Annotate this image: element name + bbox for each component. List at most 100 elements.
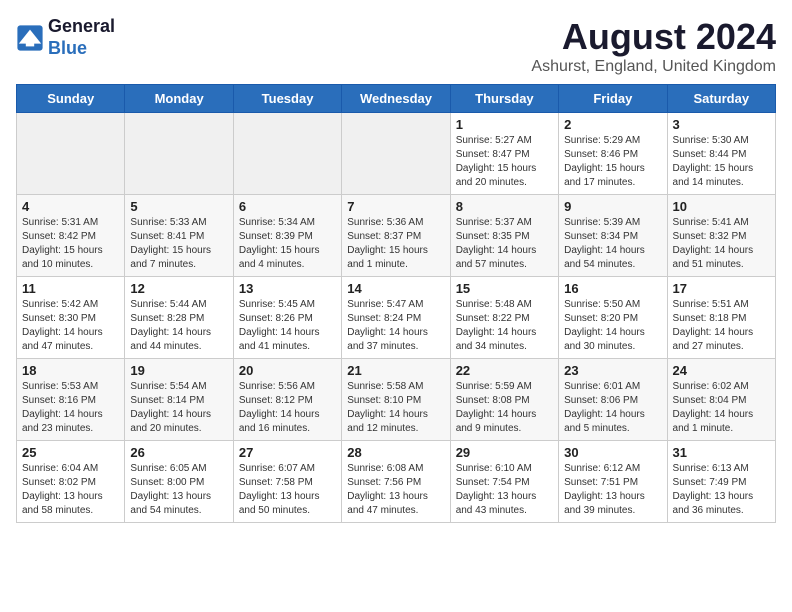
day-info: Sunrise: 5:29 AM Sunset: 8:46 PM Dayligh…	[564, 134, 661, 190]
calendar-cell: 5 Sunrise: 5:33 AM Sunset: 8:41 PM Daylig…	[125, 195, 233, 277]
day-info: Sunrise: 5:44 AM Sunset: 8:28 PM Dayligh…	[130, 298, 227, 354]
day-number: 3	[673, 117, 770, 132]
header: General Blue August 2024 Ashurst, Englan…	[16, 16, 776, 76]
week-row-5: 25 Sunrise: 6:04 AM Sunset: 8:02 PM Dayli…	[17, 441, 776, 523]
logo: General Blue	[16, 16, 115, 59]
calendar-cell: 10Sunrise: 5:41 AM Sunset: 8:32 PM Dayli…	[667, 195, 775, 277]
calendar-cell: 16Sunrise: 5:50 AM Sunset: 8:20 PM Dayli…	[559, 277, 667, 359]
calendar-subtitle: Ashurst, England, United Kingdom	[531, 58, 776, 76]
weekday-header-tuesday: Tuesday	[233, 85, 341, 113]
day-info: Sunrise: 5:47 AM Sunset: 8:24 PM Dayligh…	[347, 298, 444, 354]
day-number: 24	[673, 363, 770, 378]
day-info: Sunrise: 6:05 AM Sunset: 8:00 PM Dayligh…	[130, 462, 227, 518]
day-number: 6	[239, 199, 336, 214]
weekday-header-row: SundayMondayTuesdayWednesdayThursdayFrid…	[17, 85, 776, 113]
calendar-cell: 1 Sunrise: 5:27 AM Sunset: 8:47 PM Daylig…	[450, 113, 558, 195]
day-number: 30	[564, 445, 661, 460]
day-number: 27	[239, 445, 336, 460]
day-info: Sunrise: 5:27 AM Sunset: 8:47 PM Dayligh…	[456, 134, 553, 190]
day-number: 29	[456, 445, 553, 460]
day-number: 9	[564, 199, 661, 214]
weekday-header-friday: Friday	[559, 85, 667, 113]
day-info: Sunrise: 5:36 AM Sunset: 8:37 PM Dayligh…	[347, 216, 444, 272]
day-info: Sunrise: 5:51 AM Sunset: 8:18 PM Dayligh…	[673, 298, 770, 354]
day-number: 20	[239, 363, 336, 378]
day-info: Sunrise: 5:50 AM Sunset: 8:20 PM Dayligh…	[564, 298, 661, 354]
week-row-2: 4 Sunrise: 5:31 AM Sunset: 8:42 PM Daylig…	[17, 195, 776, 277]
calendar-cell: 20 Sunrise: 5:56 AM Sunset: 8:12 PM Dayli…	[233, 359, 341, 441]
day-number: 1	[456, 117, 553, 132]
weekday-header-saturday: Saturday	[667, 85, 775, 113]
day-number: 25	[22, 445, 119, 460]
day-number: 14	[347, 281, 444, 296]
day-info: Sunrise: 5:30 AM Sunset: 8:44 PM Dayligh…	[673, 134, 770, 190]
calendar-cell: 3 Sunrise: 5:30 AM Sunset: 8:44 PM Daylig…	[667, 113, 775, 195]
day-number: 13	[239, 281, 336, 296]
calendar-cell: 24Sunrise: 6:02 AM Sunset: 8:04 PM Dayli…	[667, 359, 775, 441]
weekday-header-sunday: Sunday	[17, 85, 125, 113]
day-info: Sunrise: 5:33 AM Sunset: 8:41 PM Dayligh…	[130, 216, 227, 272]
weekday-header-wednesday: Wednesday	[342, 85, 450, 113]
day-info: Sunrise: 6:01 AM Sunset: 8:06 PM Dayligh…	[564, 380, 661, 436]
calendar-cell: 4 Sunrise: 5:31 AM Sunset: 8:42 PM Daylig…	[17, 195, 125, 277]
logo-general: General	[48, 16, 115, 38]
day-number: 4	[22, 199, 119, 214]
calendar-cell: 27Sunrise: 6:07 AM Sunset: 7:58 PM Dayli…	[233, 441, 341, 523]
day-number: 8	[456, 199, 553, 214]
day-info: Sunrise: 5:56 AM Sunset: 8:12 PM Dayligh…	[239, 380, 336, 436]
calendar-cell: 2Sunrise: 5:29 AM Sunset: 8:46 PM Daylig…	[559, 113, 667, 195]
day-info: Sunrise: 5:48 AM Sunset: 8:22 PM Dayligh…	[456, 298, 553, 354]
day-info: Sunrise: 6:04 AM Sunset: 8:02 PM Dayligh…	[22, 462, 119, 518]
calendar-cell: 28 Sunrise: 6:08 AM Sunset: 7:56 PM Dayli…	[342, 441, 450, 523]
day-number: 21	[347, 363, 444, 378]
day-number: 31	[673, 445, 770, 460]
day-info: Sunrise: 5:54 AM Sunset: 8:14 PM Dayligh…	[130, 380, 227, 436]
logo-icon	[16, 24, 44, 52]
calendar-table: SundayMondayTuesdayWednesdayThursdayFrid…	[16, 84, 776, 523]
day-number: 19	[130, 363, 227, 378]
day-number: 10	[673, 199, 770, 214]
calendar-cell: 25 Sunrise: 6:04 AM Sunset: 8:02 PM Dayli…	[17, 441, 125, 523]
day-info: Sunrise: 6:10 AM Sunset: 7:54 PM Dayligh…	[456, 462, 553, 518]
day-info: Sunrise: 5:39 AM Sunset: 8:34 PM Dayligh…	[564, 216, 661, 272]
calendar-cell: 31Sunrise: 6:13 AM Sunset: 7:49 PM Dayli…	[667, 441, 775, 523]
calendar-cell: 7Sunrise: 5:36 AM Sunset: 8:37 PM Daylig…	[342, 195, 450, 277]
day-info: Sunrise: 5:31 AM Sunset: 8:42 PM Dayligh…	[22, 216, 119, 272]
day-number: 12	[130, 281, 227, 296]
calendar-cell	[17, 113, 125, 195]
calendar-cell: 30 Sunrise: 6:12 AM Sunset: 7:51 PM Dayli…	[559, 441, 667, 523]
calendar-cell: 26Sunrise: 6:05 AM Sunset: 8:00 PM Dayli…	[125, 441, 233, 523]
calendar-cell: 8 Sunrise: 5:37 AM Sunset: 8:35 PM Daylig…	[450, 195, 558, 277]
calendar-cell: 18Sunrise: 5:53 AM Sunset: 8:16 PM Dayli…	[17, 359, 125, 441]
weekday-header-monday: Monday	[125, 85, 233, 113]
day-info: Sunrise: 6:08 AM Sunset: 7:56 PM Dayligh…	[347, 462, 444, 518]
calendar-cell: 29 Sunrise: 6:10 AM Sunset: 7:54 PM Dayli…	[450, 441, 558, 523]
week-row-1: 1 Sunrise: 5:27 AM Sunset: 8:47 PM Daylig…	[17, 113, 776, 195]
day-number: 5	[130, 199, 227, 214]
day-info: Sunrise: 5:45 AM Sunset: 8:26 PM Dayligh…	[239, 298, 336, 354]
day-info: Sunrise: 5:34 AM Sunset: 8:39 PM Dayligh…	[239, 216, 336, 272]
day-number: 28	[347, 445, 444, 460]
day-number: 11	[22, 281, 119, 296]
day-info: Sunrise: 6:12 AM Sunset: 7:51 PM Dayligh…	[564, 462, 661, 518]
week-row-3: 11Sunrise: 5:42 AM Sunset: 8:30 PM Dayli…	[17, 277, 776, 359]
day-info: Sunrise: 5:59 AM Sunset: 8:08 PM Dayligh…	[456, 380, 553, 436]
day-number: 15	[456, 281, 553, 296]
calendar-cell	[233, 113, 341, 195]
calendar-cell: 9 Sunrise: 5:39 AM Sunset: 8:34 PM Daylig…	[559, 195, 667, 277]
day-number: 22	[456, 363, 553, 378]
day-info: Sunrise: 5:37 AM Sunset: 8:35 PM Dayligh…	[456, 216, 553, 272]
calendar-cell: 13 Sunrise: 5:45 AM Sunset: 8:26 PM Dayli…	[233, 277, 341, 359]
calendar-cell	[125, 113, 233, 195]
calendar-cell: 23 Sunrise: 6:01 AM Sunset: 8:06 PM Dayli…	[559, 359, 667, 441]
day-info: Sunrise: 5:53 AM Sunset: 8:16 PM Dayligh…	[22, 380, 119, 436]
title-area: August 2024 Ashurst, England, United Kin…	[531, 16, 776, 76]
day-info: Sunrise: 5:58 AM Sunset: 8:10 PM Dayligh…	[347, 380, 444, 436]
calendar-cell: 11Sunrise: 5:42 AM Sunset: 8:30 PM Dayli…	[17, 277, 125, 359]
calendar-title: August 2024	[531, 16, 776, 58]
calendar-cell: 17Sunrise: 5:51 AM Sunset: 8:18 PM Dayli…	[667, 277, 775, 359]
calendar-cell: 6 Sunrise: 5:34 AM Sunset: 8:39 PM Daylig…	[233, 195, 341, 277]
calendar-cell: 22 Sunrise: 5:59 AM Sunset: 8:08 PM Dayli…	[450, 359, 558, 441]
weekday-header-thursday: Thursday	[450, 85, 558, 113]
day-number: 23	[564, 363, 661, 378]
